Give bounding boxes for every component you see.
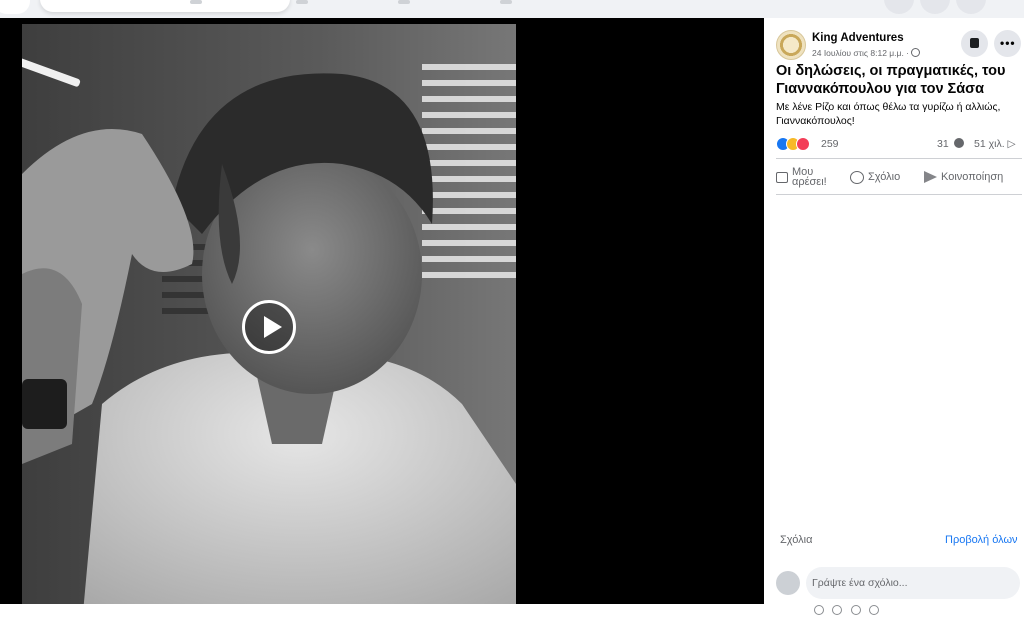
- menu-button[interactable]: [884, 0, 914, 14]
- post-details-panel: King Adventures 24 Ιουλίου στις 8:12 μ.μ…: [764, 18, 1024, 615]
- comment-count-value: 31: [937, 138, 949, 150]
- save-icon[interactable]: [961, 30, 988, 57]
- view-count: 51 χιλ. ▷: [974, 138, 1016, 150]
- comments-heading: Σχόλια: [780, 534, 813, 546]
- play-icon[interactable]: [242, 300, 296, 354]
- back-button[interactable]: [0, 0, 30, 14]
- search-field[interactable]: [40, 0, 290, 12]
- emoji-icon[interactable]: [814, 605, 824, 615]
- sticker-icon[interactable]: [869, 605, 880, 615]
- video-player[interactable]: [0, 18, 764, 604]
- like-button-label: Μου αρέσει!: [792, 166, 827, 188]
- page-name-link[interactable]: King Adventures: [812, 32, 904, 44]
- like-icon: [776, 171, 788, 183]
- notifications-button[interactable]: [956, 0, 986, 14]
- comment-count[interactable]: 31: [937, 138, 964, 150]
- share-button[interactable]: Κοινοποίηση: [924, 164, 1003, 190]
- page-avatar[interactable]: [776, 30, 806, 60]
- comment-input[interactable]: [806, 567, 1020, 599]
- comment-button[interactable]: Σχόλιο: [850, 164, 900, 190]
- comment-count-icon: [953, 138, 964, 148]
- globe-icon: [911, 48, 920, 57]
- divider: [776, 158, 1022, 159]
- post-text: Με λένε Ρίζο και όπως θέλω τα γυρίζω ή α…: [776, 101, 1001, 127]
- camera-icon[interactable]: [832, 605, 843, 615]
- user-avatar: [776, 571, 800, 595]
- gif-icon[interactable]: [850, 605, 861, 615]
- nav-tab[interactable]: [500, 0, 512, 4]
- comment-icon: [850, 170, 864, 184]
- messenger-button[interactable]: [920, 0, 950, 14]
- comment-button-label: Σχόλιο: [868, 171, 901, 183]
- post-date[interactable]: 24 Ιουλίου στις 8:12 μ.μ. ·: [812, 48, 909, 58]
- nav-tab[interactable]: [398, 0, 410, 4]
- divider: [776, 194, 1022, 195]
- view-all-comments-link[interactable]: Προβολή όλων: [945, 534, 1018, 546]
- more-icon[interactable]: •••: [994, 30, 1021, 57]
- like-button[interactable]: Μου αρέσει!: [776, 164, 836, 190]
- post-title: Οι δηλώσεις, οι πραγματικές, του Γιαννακ…: [776, 63, 1006, 97]
- share-button-label: Κοινοποίηση: [941, 171, 1004, 183]
- top-navigation-bar: [0, 0, 1024, 18]
- reaction-love-icon: [796, 137, 810, 151]
- share-icon: [924, 171, 937, 183]
- post-timestamp[interactable]: 24 Ιουλίου στις 8:12 μ.μ. ·: [812, 48, 920, 58]
- nav-tab[interactable]: [190, 0, 202, 4]
- nav-tab[interactable]: [296, 0, 308, 4]
- reaction-count[interactable]: 259: [821, 138, 839, 150]
